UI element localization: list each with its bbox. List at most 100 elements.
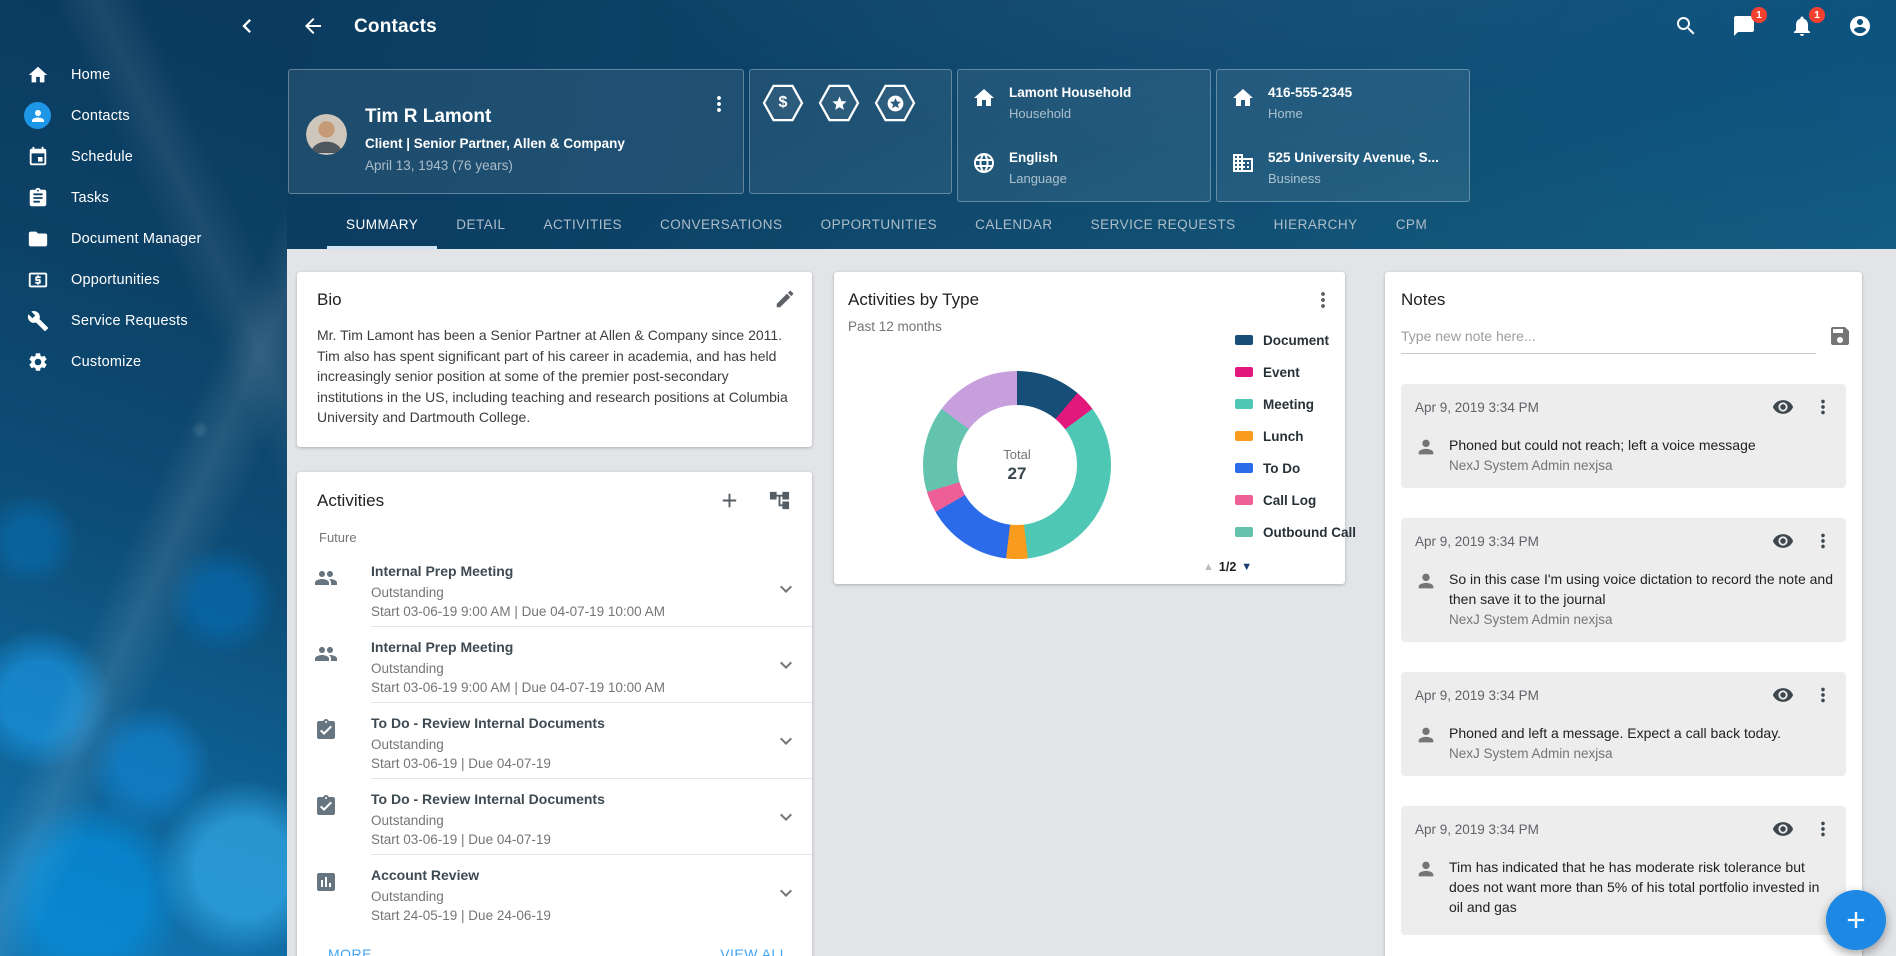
tab-detail[interactable]: DETAIL	[437, 202, 524, 249]
edit-bio-button[interactable]	[774, 288, 796, 310]
sidebar-item-opportunities[interactable]: Opportunities	[0, 259, 287, 300]
expand-activity-button[interactable]	[774, 805, 798, 829]
tab-opportunities[interactable]: OPPORTUNITIES	[802, 202, 957, 249]
legend-label: Event	[1263, 365, 1300, 380]
note-menu-button[interactable]	[1812, 818, 1834, 840]
activity-title: Internal Prep Meeting	[371, 563, 768, 579]
account-button[interactable]	[1848, 14, 1874, 40]
tab-activities[interactable]: ACTIVITIES	[525, 202, 642, 249]
note-date: Apr 9, 2019 3:34 PM	[1415, 534, 1772, 549]
household-card: Lamont Household Household English Langu…	[957, 69, 1211, 202]
household-name: Lamont Household	[1009, 85, 1131, 100]
search-button[interactable]	[1674, 14, 1700, 40]
sidebar-item-tasks[interactable]: Tasks	[0, 177, 287, 218]
activity-status: Outstanding	[371, 661, 768, 676]
bio-card: Bio Mr. Tim Lamont has been a Senior Par…	[297, 272, 812, 447]
view-all-button[interactable]: VIEW ALL	[720, 946, 788, 956]
view-note-button[interactable]	[1772, 818, 1794, 840]
legend-swatch	[1235, 399, 1253, 409]
chart-menu-button[interactable]	[1311, 288, 1335, 312]
expand-activity-button[interactable]	[774, 729, 798, 753]
chat-button[interactable]: 1	[1732, 14, 1758, 40]
dollar-badge[interactable]: $	[762, 84, 804, 122]
activity-row[interactable]: To Do - Review Internal Documents Outsta…	[297, 703, 812, 779]
household-row[interactable]: Lamont Household Household	[972, 85, 1196, 121]
address-label: Business	[1268, 171, 1439, 186]
sidebar-item-schedule[interactable]: Schedule	[0, 136, 287, 177]
phone-row[interactable]: 416-555-2345 Home	[1231, 85, 1455, 121]
sidebar-item-home[interactable]: Home	[0, 54, 287, 95]
gear-icon	[24, 348, 51, 375]
activity-row[interactable]: To Do - Review Internal Documents Outsta…	[297, 779, 812, 855]
tab-summary[interactable]: SUMMARY	[327, 202, 437, 249]
view-note-button[interactable]	[1772, 396, 1794, 418]
activity-title: Internal Prep Meeting	[371, 639, 768, 655]
view-note-button[interactable]	[1772, 530, 1794, 552]
activity-row[interactable]: Internal Prep Meeting Outstanding Start …	[297, 627, 812, 703]
legend-swatch	[1235, 367, 1253, 377]
dollar-glyph: $	[762, 84, 804, 122]
tab-cpm[interactable]: CPM	[1377, 202, 1447, 249]
more-button[interactable]: MORE	[328, 946, 372, 956]
sidebar-item-customize[interactable]: Customize	[0, 341, 287, 382]
contact-info-card: 416-555-2345 Home 525 University Avenue,…	[1216, 69, 1470, 202]
hierarchy-view-button[interactable]	[768, 489, 792, 513]
tab-conversations[interactable]: CONVERSATIONS	[641, 202, 802, 249]
sidebar: Home Contacts Schedule Tasks Document Ma…	[0, 0, 287, 956]
person-icon	[1415, 858, 1437, 880]
sidebar-item-label: Contacts	[71, 108, 130, 124]
view-note-button[interactable]	[1772, 684, 1794, 706]
new-note-input[interactable]	[1401, 324, 1816, 354]
contact-header-cards: Tim R Lamont Client | Senior Partner, Al…	[287, 69, 1896, 202]
sidebar-nav: Home Contacts Schedule Tasks Document Ma…	[0, 54, 287, 382]
note-item: Apr 9, 2019 3:34 PM Phoned and left a me…	[1401, 672, 1846, 776]
legend-page-down-icon[interactable]: ▼	[1241, 561, 1252, 573]
notifications-button[interactable]: 1	[1790, 14, 1816, 40]
expand-activity-button[interactable]	[774, 653, 798, 677]
tab-hierarchy[interactable]: HIERARCHY	[1255, 202, 1377, 249]
sidebar-item-contacts[interactable]: Contacts	[0, 95, 287, 136]
back-button[interactable]	[301, 14, 327, 40]
address-row[interactable]: 525 University Avenue, S... Business	[1231, 150, 1455, 186]
legend-page-up-icon[interactable]: ▲	[1203, 561, 1214, 573]
note-date: Apr 9, 2019 3:34 PM	[1415, 822, 1772, 837]
notifications-badge: 1	[1809, 7, 1825, 23]
expand-activity-button[interactable]	[774, 881, 798, 905]
legend-label: Outbound Call	[1263, 525, 1356, 540]
expand-activity-button[interactable]	[774, 577, 798, 601]
sidebar-item-label: Customize	[71, 354, 141, 370]
legend-label: To Do	[1263, 461, 1300, 476]
contact-birthdate: April 13, 1943 (76 years)	[365, 158, 727, 173]
legend-label: Lunch	[1263, 429, 1304, 444]
legend-swatch	[1235, 335, 1253, 345]
note-menu-button[interactable]	[1812, 684, 1834, 706]
sidebar-item-service-requests[interactable]: Service Requests	[0, 300, 287, 341]
tab-calendar[interactable]: CALENDAR	[956, 202, 1072, 249]
note-item: Apr 9, 2019 3:34 PM Phoned but could not…	[1401, 384, 1846, 488]
contact-tabs: SUMMARY DETAIL ACTIVITIES CONVERSATIONS …	[287, 202, 1896, 249]
note-text: Phoned and left a message. Expect a call…	[1449, 723, 1781, 743]
add-fab-button[interactable]	[1826, 890, 1886, 950]
legend-item: To Do	[1235, 452, 1356, 484]
add-activity-button[interactable]	[718, 489, 742, 513]
contact-role: Client | Senior Partner, Allen & Company	[365, 136, 727, 151]
contact-menu-button[interactable]	[707, 92, 731, 116]
group-icon	[314, 566, 338, 590]
sidebar-item-document-manager[interactable]: Document Manager	[0, 218, 287, 259]
legend-label: Call Log	[1263, 493, 1316, 508]
activity-row[interactable]: Internal Prep Meeting Outstanding Start …	[297, 551, 812, 627]
language-row[interactable]: English Language	[972, 150, 1196, 186]
activity-row[interactable]: Account Review Outstanding Start 24-05-1…	[297, 855, 812, 931]
sidebar-collapse-button[interactable]	[233, 12, 261, 40]
star-circle-badge[interactable]	[874, 84, 916, 122]
save-note-button[interactable]	[1828, 324, 1852, 348]
activity-title: To Do - Review Internal Documents	[371, 715, 768, 731]
task-icon	[314, 718, 338, 742]
phone-label: Home	[1268, 106, 1352, 121]
star-badge[interactable]	[818, 84, 860, 122]
contact-name: Tim R Lamont	[365, 106, 727, 128]
note-menu-button[interactable]	[1812, 530, 1834, 552]
tab-service-requests[interactable]: SERVICE REQUESTS	[1072, 202, 1255, 249]
note-text: So in this case I'm using voice dictatio…	[1449, 569, 1834, 609]
note-menu-button[interactable]	[1812, 396, 1834, 418]
